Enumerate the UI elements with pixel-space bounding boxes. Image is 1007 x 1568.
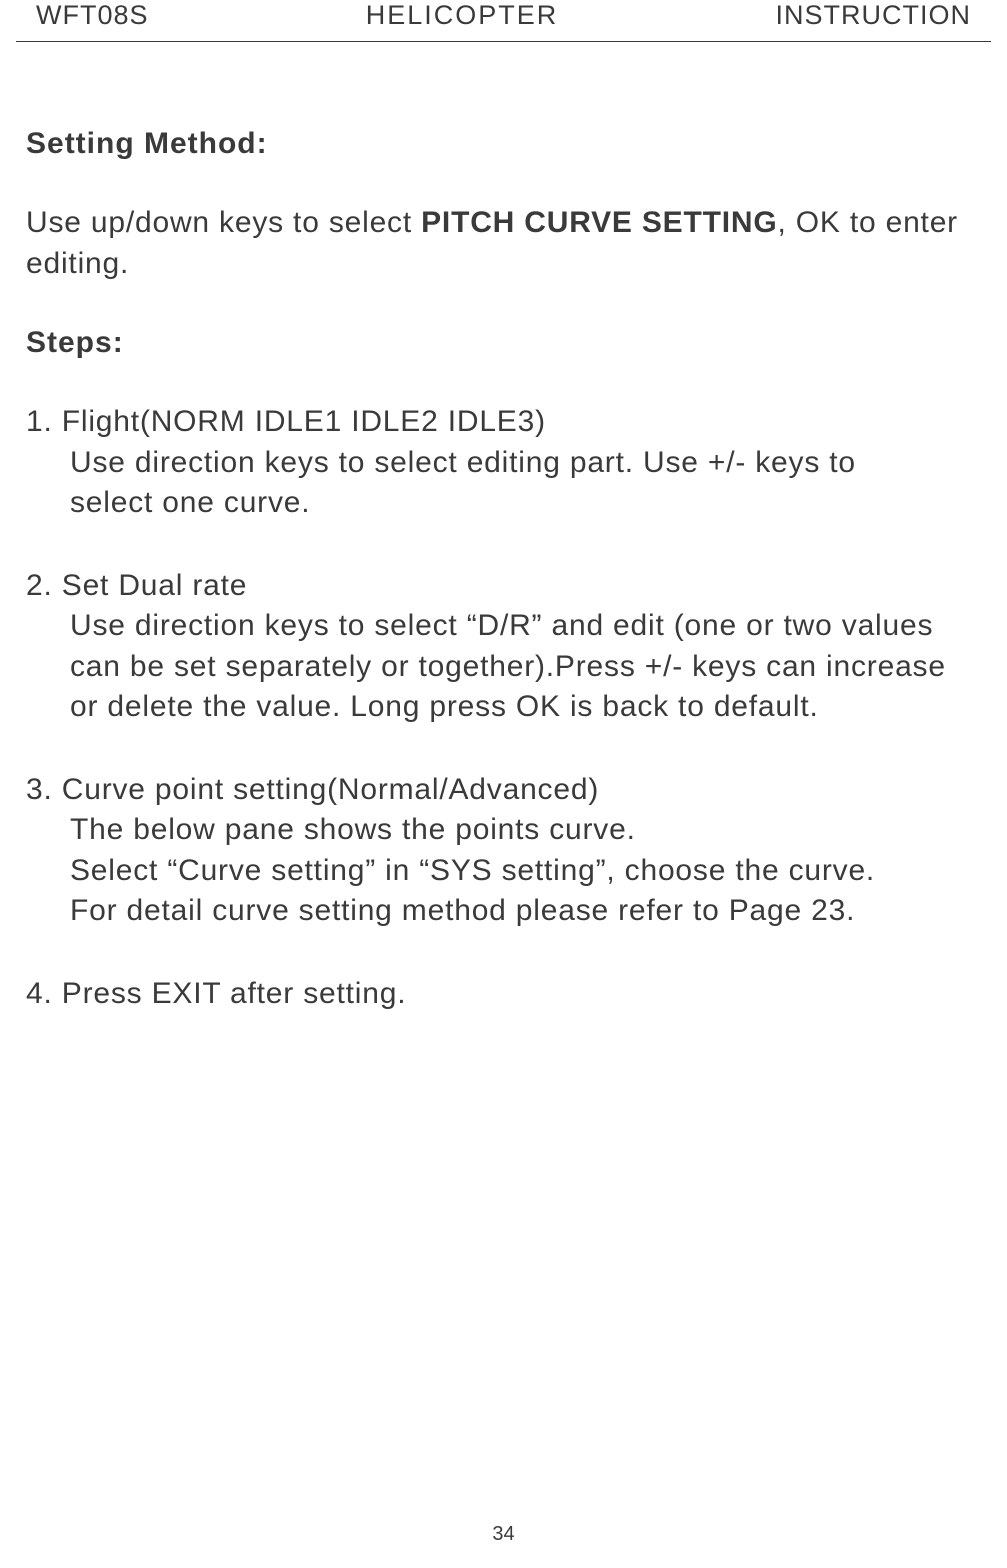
step-2-line-3: or delete the value. Long press OK is ba… (26, 687, 981, 728)
step-4: 4. Press EXIT after setting. (26, 974, 981, 1015)
step-3-line-1: The below pane shows the points curve. (26, 810, 981, 851)
step-3-line-2: Select “Curve setting” in “SYS setting”,… (26, 851, 981, 892)
setting-method-heading: Setting Method: (26, 127, 981, 161)
step-3-line-3: For detail curve setting method please r… (26, 891, 981, 932)
page-number: 34 (492, 1523, 514, 1546)
steps-heading: Steps: (26, 326, 981, 360)
intro-prefix: Use up/down keys to select (26, 206, 421, 239)
step-2-line-2: can be set separately or together).Press… (26, 647, 981, 688)
step-3-title: 3. Curve point setting(Normal/Advanced) (26, 770, 981, 811)
header-category: HELICOPTER (366, 0, 559, 31)
page-content: Setting Method: Use up/down keys to sele… (0, 42, 1007, 1014)
step-1: 1. Flight(NORM IDLE1 IDLE2 IDLE3) Use di… (26, 402, 981, 524)
intro-bold: PITCH CURVE SETTING (421, 206, 777, 239)
header-doctype: INSTRUCTION (776, 0, 972, 31)
header-model: WFT08S (36, 0, 149, 31)
step-1-title: 1. Flight(NORM IDLE1 IDLE2 IDLE3) (26, 402, 981, 443)
step-1-line-2: select one curve. (26, 483, 981, 524)
step-1-line-1: Use direction keys to select editing par… (26, 443, 981, 484)
step-2: 2. Set Dual rate Use direction keys to s… (26, 566, 981, 728)
page-header: WFT08S HELICOPTER INSTRUCTION (16, 0, 991, 42)
step-2-line-1: Use direction keys to select “D/R” and e… (26, 606, 981, 647)
step-2-title: 2. Set Dual rate (26, 566, 981, 607)
step-3: 3. Curve point setting(Normal/Advanced) … (26, 770, 981, 932)
step-4-title: 4. Press EXIT after setting. (26, 974, 981, 1015)
intro-text: Use up/down keys to select PITCH CURVE S… (26, 203, 981, 284)
